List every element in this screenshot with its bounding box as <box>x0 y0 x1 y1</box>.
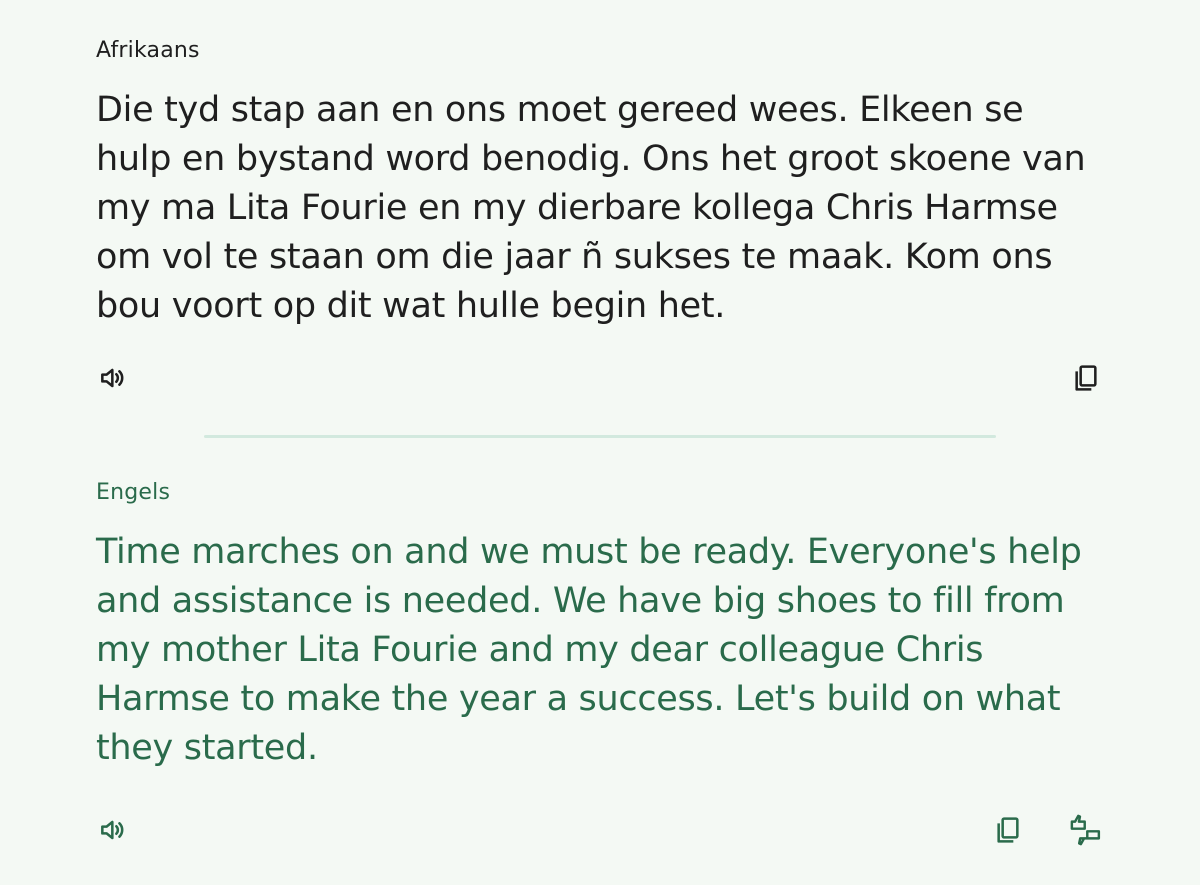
section-divider <box>204 435 996 438</box>
target-speaker-icon[interactable] <box>95 812 131 848</box>
source-speaker-icon[interactable] <box>95 360 131 396</box>
source-section: Afrikaans Die tyd stap aan en ons moet g… <box>96 36 1116 331</box>
target-language-label: Engels <box>96 480 171 505</box>
target-copy-icon[interactable] <box>990 812 1026 848</box>
source-language-label: Afrikaans <box>96 38 200 63</box>
source-copy-icon[interactable] <box>1068 360 1104 396</box>
source-text[interactable]: Die tyd stap aan en ons moet gereed wees… <box>96 86 1106 331</box>
target-text[interactable]: Time marches on and we must be ready. Ev… <box>96 528 1106 773</box>
thumbs-feedback-icon[interactable] <box>1068 812 1104 848</box>
target-section: Engels Time marches on and we must be re… <box>96 478 1116 773</box>
translation-panel: Afrikaans Die tyd stap aan en ons moet g… <box>0 0 1200 885</box>
